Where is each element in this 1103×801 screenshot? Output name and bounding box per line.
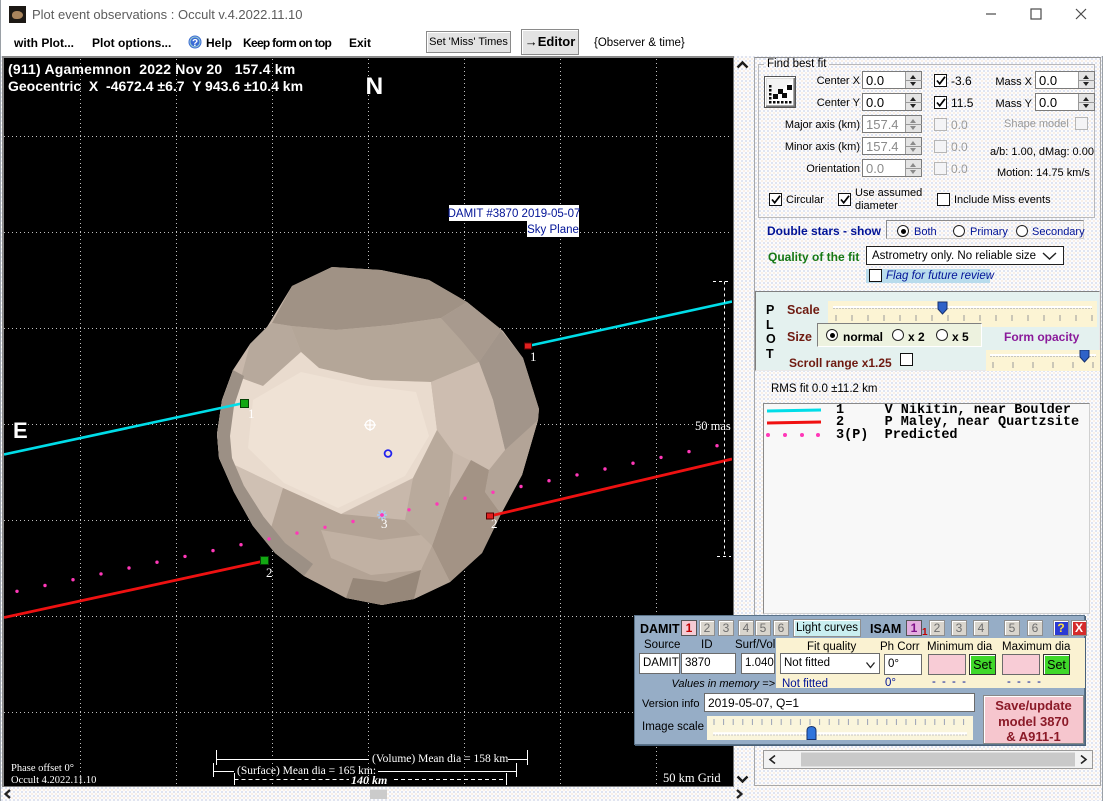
svg-text:Phase offset 0°: Phase offset 0°: [11, 763, 74, 774]
svg-text:140 km: 140 km: [351, 773, 387, 785]
svg-text:?: ?: [192, 38, 198, 49]
svg-text:(911) Agamemnon 2022 Nov 20: (911) Agamemnon 2022 Nov 20 157.4 km: [8, 61, 295, 77]
svg-text:Occult 4.2022.11.10: Occult 4.2022.11.10: [11, 775, 96, 785]
svg-text:1: 1: [248, 406, 255, 421]
svg-text:DAMIT #3870 2019-05-07: DAMIT #3870 2019-05-07: [448, 208, 581, 220]
svg-text:1: 1: [530, 349, 537, 364]
svg-text:(Volume) Mean dia = 158 km: (Volume) Mean dia = 158 km: [372, 753, 508, 765]
svg-text:N: N: [366, 73, 384, 100]
svg-text:50 mas: 50 mas: [695, 419, 731, 433]
svg-text:Sky Plane: Sky Plane: [527, 224, 579, 236]
svg-text:2: 2: [266, 565, 273, 580]
svg-text:2: 2: [491, 516, 498, 531]
svg-text:3: 3: [381, 516, 388, 531]
svg-text:50 km Grid: 50 km Grid: [663, 771, 721, 785]
svg-text:Geocentric X -4672.4 ±6.7 Y: Geocentric X -4672.4 ±6.7 Y 943.6 ±10.4 …: [8, 78, 303, 94]
svg-text:E: E: [13, 418, 28, 443]
